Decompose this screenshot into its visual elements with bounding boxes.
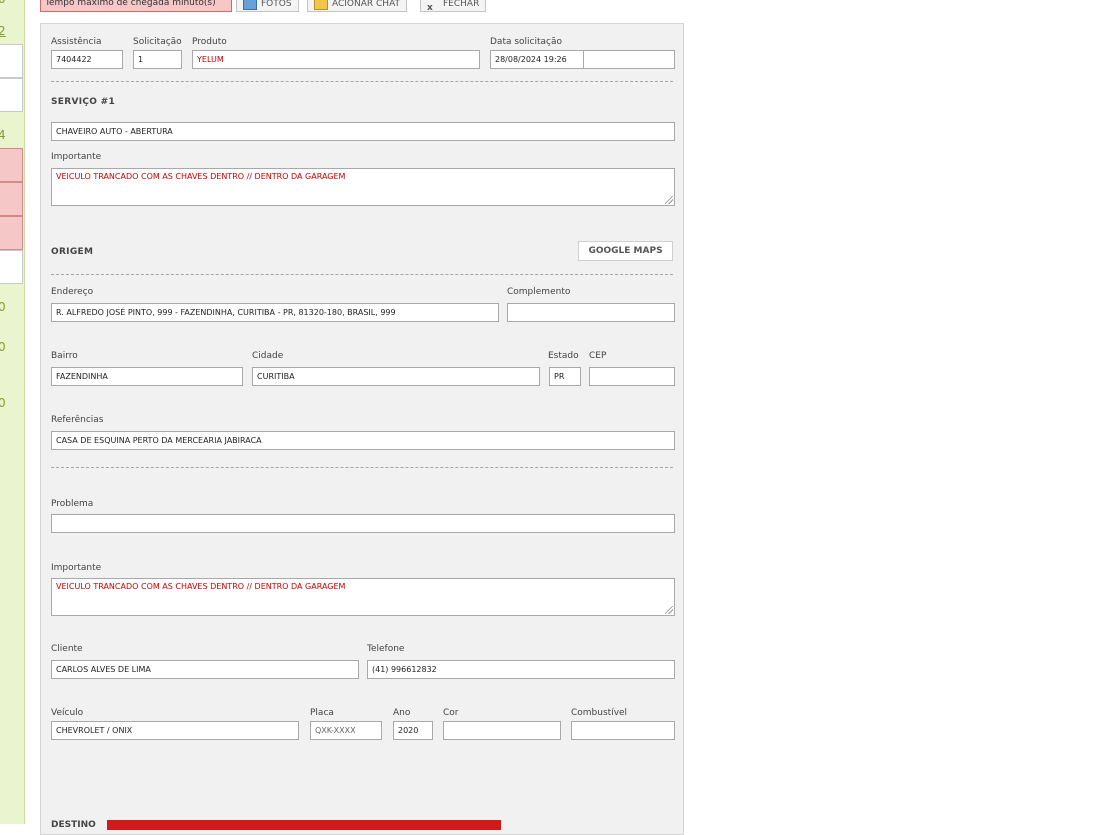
divider bbox=[51, 467, 673, 468]
estado-field[interactable]: PR bbox=[549, 367, 581, 386]
cliente-label: Cliente bbox=[51, 644, 83, 654]
close-button[interactable]: x FECHAR bbox=[420, 0, 487, 13]
problema-label: Problema bbox=[51, 499, 94, 509]
servico-field[interactable]: CHAVEIRO AUTO - ABERTURA bbox=[51, 122, 675, 141]
importante-label: Importante bbox=[51, 563, 102, 573]
resize-handle-icon[interactable] bbox=[665, 196, 673, 204]
data-solicitacao-extra-field[interactable] bbox=[583, 50, 675, 69]
close-button-label: FECHAR bbox=[443, 0, 480, 9]
sidebar-number: 0 bbox=[0, 300, 6, 314]
cep-label: CEP bbox=[589, 351, 607, 361]
endereco-field[interactable]: R. ALFREDO JOSÉ PINTO, 999 - FAZENDINHA,… bbox=[51, 303, 499, 322]
data-solicitacao-field[interactable]: 28/08/2024 19:26 bbox=[490, 50, 584, 69]
combustivel-label: Combustível bbox=[571, 708, 628, 718]
divider bbox=[51, 81, 673, 82]
problema-field[interactable] bbox=[51, 514, 675, 533]
assistencia-label: Assistência bbox=[51, 37, 102, 47]
importante-textarea[interactable]: VEICULO TRANCADO COM AS CHAVES DENTRO //… bbox=[51, 168, 675, 206]
cliente-field[interactable]: CARLOS ALVES DE LIMA bbox=[51, 660, 359, 679]
sidebar-cell bbox=[0, 250, 23, 284]
sidebar-alert-cell bbox=[0, 216, 23, 250]
destino-title: DESTINO bbox=[51, 820, 96, 830]
importante-text: VEICULO TRANCADO COM AS CHAVES DENTRO //… bbox=[56, 172, 346, 181]
photos-button[interactable]: FOTOS bbox=[236, 0, 299, 12]
sidebar-number: 4 bbox=[0, 128, 6, 142]
cidade-label: Cidade bbox=[252, 351, 284, 361]
divider bbox=[51, 274, 673, 275]
image-icon bbox=[243, 0, 257, 10]
ano-field[interactable]: 2020 bbox=[393, 721, 433, 740]
destino-alert-bar bbox=[107, 820, 501, 830]
arrival-time-alert: Tempo máximo de chegada minuto(s) bbox=[40, 0, 232, 12]
left-sidebar: 0 2 4 0 0 0 bbox=[0, 0, 25, 824]
open-chat-button[interactable]: ACIONAR CHAT bbox=[307, 0, 408, 12]
resize-handle-icon[interactable] bbox=[665, 606, 673, 614]
produto-field[interactable]: YELUM bbox=[192, 50, 480, 69]
importante-label: Importante bbox=[51, 152, 102, 162]
cep-field[interactable] bbox=[589, 367, 675, 386]
complemento-label: Complemento bbox=[507, 287, 571, 297]
servico-title: SERVIÇO #1 bbox=[51, 97, 116, 107]
close-icon: x bbox=[427, 2, 433, 13]
referencias-label: Referências bbox=[51, 415, 104, 425]
cidade-field[interactable]: CURITIBA bbox=[252, 367, 540, 386]
sidebar-alert-cell bbox=[0, 182, 23, 216]
service-form-panel: Assistência 7404422 Solicitação 1 Produt… bbox=[40, 23, 684, 835]
bairro-label: Bairro bbox=[51, 351, 78, 361]
placa-field[interactable]: QXK-XXXX bbox=[310, 721, 382, 740]
referencias-field[interactable]: CASA DE ESQUINA PERTO DA MERCEARIA JABIR… bbox=[51, 431, 675, 450]
complemento-field[interactable] bbox=[507, 303, 675, 322]
sidebar-number: 0 bbox=[0, 340, 6, 354]
assistencia-field[interactable]: 7404422 bbox=[51, 50, 123, 69]
veiculo-field[interactable]: CHEVROLET / ONIX bbox=[51, 721, 299, 740]
estado-label: Estado bbox=[548, 351, 579, 361]
photos-button-label: FOTOS bbox=[261, 0, 292, 9]
sidebar-alert-cell bbox=[0, 148, 23, 182]
cor-field[interactable] bbox=[443, 721, 561, 740]
importante-textarea[interactable]: VEICULO TRANCADO COM AS CHAVES DENTRO //… bbox=[51, 578, 675, 616]
ano-label: Ano bbox=[393, 708, 411, 718]
sidebar-cell bbox=[0, 78, 23, 112]
sidebar-number: 0 bbox=[0, 0, 6, 6]
importante-text: VEICULO TRANCADO COM AS CHAVES DENTRO //… bbox=[56, 582, 346, 591]
envelope-icon bbox=[314, 0, 328, 10]
sidebar-cell bbox=[0, 44, 23, 78]
bairro-field[interactable]: FAZENDINHA bbox=[51, 367, 243, 386]
open-chat-button-label: ACIONAR CHAT bbox=[332, 0, 401, 9]
solicitacao-field[interactable]: 1 bbox=[133, 50, 182, 69]
google-maps-button[interactable]: GOOGLE MAPS bbox=[578, 241, 673, 261]
cor-label: Cor bbox=[443, 708, 459, 718]
origem-title: ORIGEM bbox=[51, 247, 94, 257]
sidebar-number: 0 bbox=[0, 396, 6, 410]
combustivel-field[interactable] bbox=[571, 721, 675, 740]
placa-label: Placa bbox=[310, 708, 334, 718]
solicitacao-label: Solicitação bbox=[133, 37, 182, 47]
data-solicitacao-label: Data solicitação bbox=[490, 37, 563, 47]
telefone-label: Telefone bbox=[367, 644, 405, 654]
sidebar-number-link[interactable]: 2 bbox=[0, 24, 6, 38]
endereco-label: Endereço bbox=[51, 287, 94, 297]
telefone-field[interactable]: (41) 996612832 bbox=[367, 660, 675, 679]
veiculo-label: Veículo bbox=[51, 708, 84, 718]
produto-label: Produto bbox=[192, 37, 227, 47]
